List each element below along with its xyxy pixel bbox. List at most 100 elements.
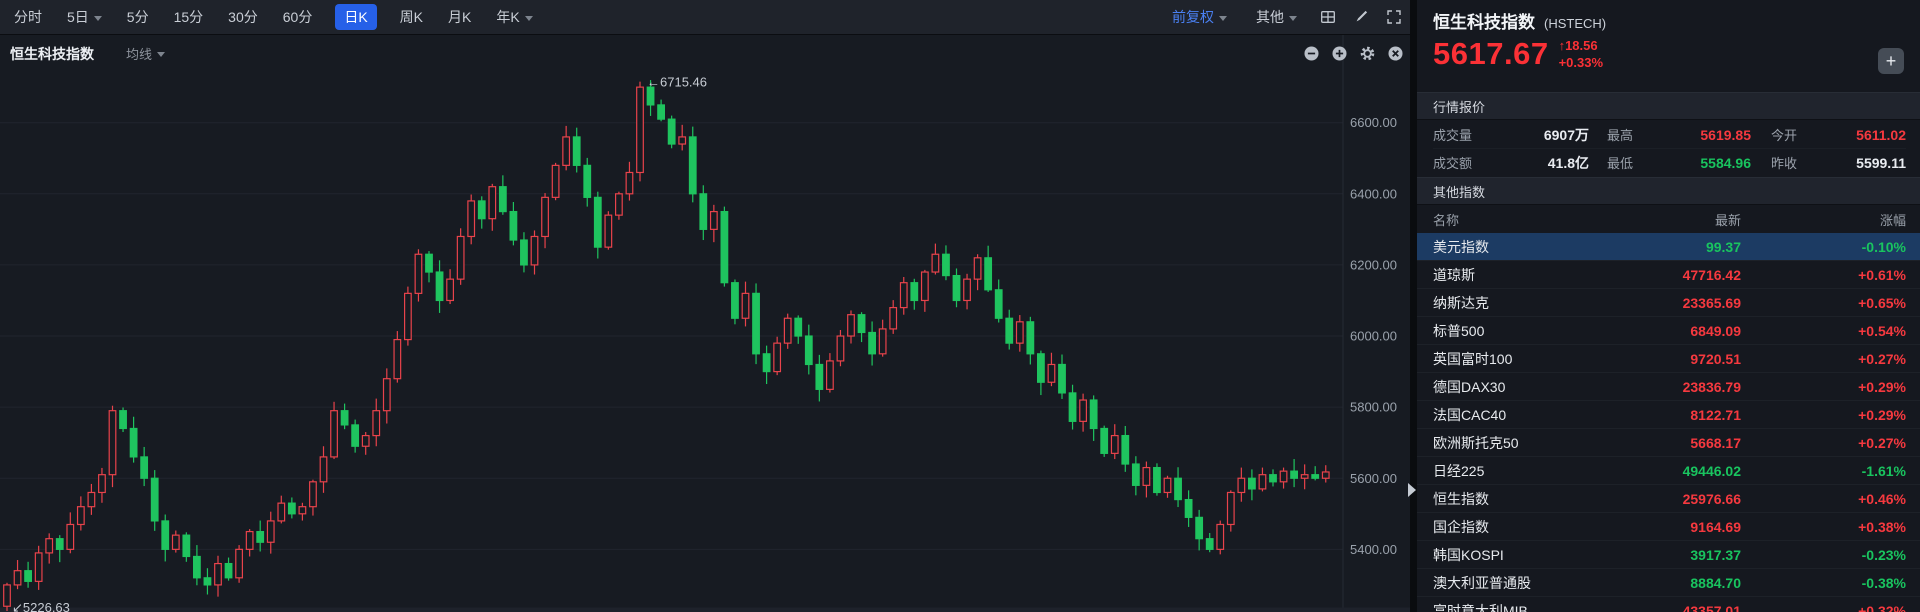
candlestick-chart[interactable]: 恒生科技指数 均线 [0,35,1410,612]
toolbar-right: 前复权 其他 [1166,6,1402,28]
period-tab[interactable]: 月K [446,4,473,30]
index-row[interactable]: 欧洲斯托克505668.17+0.27% [1417,429,1920,457]
index-row[interactable]: 富时意大利MIB43357.01+0.32% [1417,597,1920,612]
svg-text:5600.00: 5600.00 [1350,471,1397,486]
quote-value: 5611.02 [1819,127,1906,143]
period-tab[interactable]: 日K [335,4,376,30]
quote-label: 成交量 [1433,125,1497,144]
period-tab-label: 5分 [127,7,149,27]
index-row[interactable]: 法国CAC408122.71+0.29% [1417,401,1920,429]
quote-panel-header: 恒生科技指数 (HSTECH) 5617.67 ↑18.56 +0.33% + [1417,0,1920,82]
index-name: 恒生指数 [1433,489,1591,509]
svg-text:6000.00: 6000.00 [1350,329,1397,344]
close-icon [1387,45,1404,62]
instrument-title: 恒生科技指数 [1433,8,1535,33]
index-last: 9164.69 [1591,519,1741,535]
index-row[interactable]: 澳大利亚普通股8884.70-0.38% [1417,569,1920,597]
chart-controls [1303,45,1404,62]
close-chart-button[interactable] [1387,45,1404,62]
index-name: 道琼斯 [1433,265,1591,285]
index-row[interactable]: 纳斯达克23365.69+0.65% [1417,289,1920,317]
fullscreen-icon [1386,9,1402,25]
zoom-out-button[interactable] [1303,45,1320,62]
candlestick-plot[interactable]: 6600.006400.006200.006000.005800.005600.… [0,35,1410,612]
index-name: 国企指数 [1433,517,1591,537]
index-change: +0.61% [1741,267,1906,283]
fullscreen-button[interactable] [1386,9,1402,25]
index-row[interactable]: 英国富时1009720.51+0.27% [1417,345,1920,373]
period-tab-label: 年K [496,7,519,27]
quote-label: 最低 [1607,153,1655,172]
settings-button[interactable] [1359,45,1376,62]
others-dropdown[interactable]: 其他 [1250,6,1303,28]
svg-text:6600.00: 6600.00 [1350,115,1397,130]
index-name: 德国DAX30 [1433,377,1591,397]
price-change-percent: +0.33% [1559,56,1603,70]
index-last: 6849.09 [1591,323,1741,339]
draw-tool-icon [1353,9,1369,25]
indices-table: 美元指数99.37-0.10%道琼斯47716.42+0.61%纳斯达克2336… [1417,233,1920,612]
period-tab-label: 30分 [228,7,258,27]
quote-label: 最高 [1607,125,1655,144]
index-name: 韩国KOSPI [1433,545,1591,565]
period-tab[interactable]: 30分 [226,4,260,30]
index-row[interactable]: 韩国KOSPI3917.37-0.23% [1417,541,1920,569]
svg-text:5400.00: 5400.00 [1350,542,1397,557]
period-tab[interactable]: 15分 [172,4,206,30]
index-change: +0.46% [1741,491,1906,507]
period-tab[interactable]: 60分 [281,4,315,30]
chart-toolbar: 分时 5日 5分 15分 30分 60分 日K 周K 月K 年K 前复权 其他 [0,0,1410,35]
period-tab[interactable]: 5分 [125,4,151,30]
zoom-in-button[interactable] [1331,45,1348,62]
others-label: 其他 [1256,7,1284,27]
panel-collapse-handle[interactable] [1408,483,1416,497]
index-row[interactable]: 德国DAX3023836.79+0.29% [1417,373,1920,401]
quote-row: 成交量6907万最高5619.85今开5611.02 [1433,121,1906,149]
svg-text:6400.00: 6400.00 [1350,186,1397,201]
index-row[interactable]: 道琼斯47716.42+0.61% [1417,261,1920,289]
draw-tool-button[interactable] [1353,9,1369,25]
column-change: 涨幅 [1741,210,1906,229]
period-tab[interactable]: 周K [398,4,425,30]
adjust-mode-dropdown[interactable]: 前复权 [1166,6,1233,28]
add-to-watchlist-button[interactable]: + [1878,48,1904,74]
index-row[interactable]: 标普5006849.09+0.54% [1417,317,1920,345]
index-change: +0.27% [1741,435,1906,451]
index-last: 8122.71 [1591,407,1741,423]
layout-grid-button[interactable] [1320,9,1336,25]
period-tab-label: 周K [400,7,423,27]
period-tab[interactable]: 年K [494,4,534,30]
period-tabs: 分时 5日 5分 15分 30分 60分 日K 周K 月K 年K [12,4,535,30]
chart-header-overlay: 恒生科技指数 均线 [10,43,1404,64]
pane-divider[interactable] [1410,0,1417,612]
index-name: 富时意大利MIB [1433,601,1591,612]
indices-section-header: 其他指数 [1417,177,1920,205]
high-annotation: ←6715.46 [647,75,707,90]
period-tab[interactable]: 分时 [12,4,44,30]
price-change: ↑18.56 [1559,39,1603,53]
index-row[interactable]: 国企指数9164.69+0.38% [1417,513,1920,541]
chart-symbol-label: 恒生科技指数 [10,44,94,64]
index-name: 美元指数 [1433,237,1591,257]
period-tab[interactable]: 5日 [65,4,104,30]
index-last: 9720.51 [1591,351,1741,367]
index-last: 3917.37 [1591,547,1741,563]
index-last: 43357.01 [1591,603,1741,612]
ma-label: 均线 [126,44,152,63]
stock-app-window: 分时 5日 5分 15分 30分 60分 日K 周K 月K 年K 前复权 其他 [0,0,1920,612]
index-change: +0.38% [1741,519,1906,535]
low-annotation: ↙5226.63 [12,600,70,612]
index-row[interactable]: 恒生指数25976.66+0.46% [1417,485,1920,513]
quote-value: 41.8亿 [1497,153,1589,173]
indices-table-header: 名称 最新 涨幅 [1417,205,1920,233]
quote-value: 6907万 [1497,125,1589,145]
index-row[interactable]: 美元指数99.37-0.10% [1417,233,1920,261]
index-row[interactable]: 日经22549446.02-1.61% [1417,457,1920,485]
last-price: 5617.67 [1433,36,1549,72]
quote-label: 今开 [1771,125,1819,144]
quote-row: 成交额41.8亿最低5584.96昨收5599.11 [1433,149,1906,176]
ma-selector[interactable]: 均线 [120,43,171,64]
index-name: 法国CAC40 [1433,405,1591,425]
index-name: 英国富时100 [1433,349,1591,369]
period-tab-label: 60分 [283,7,313,27]
